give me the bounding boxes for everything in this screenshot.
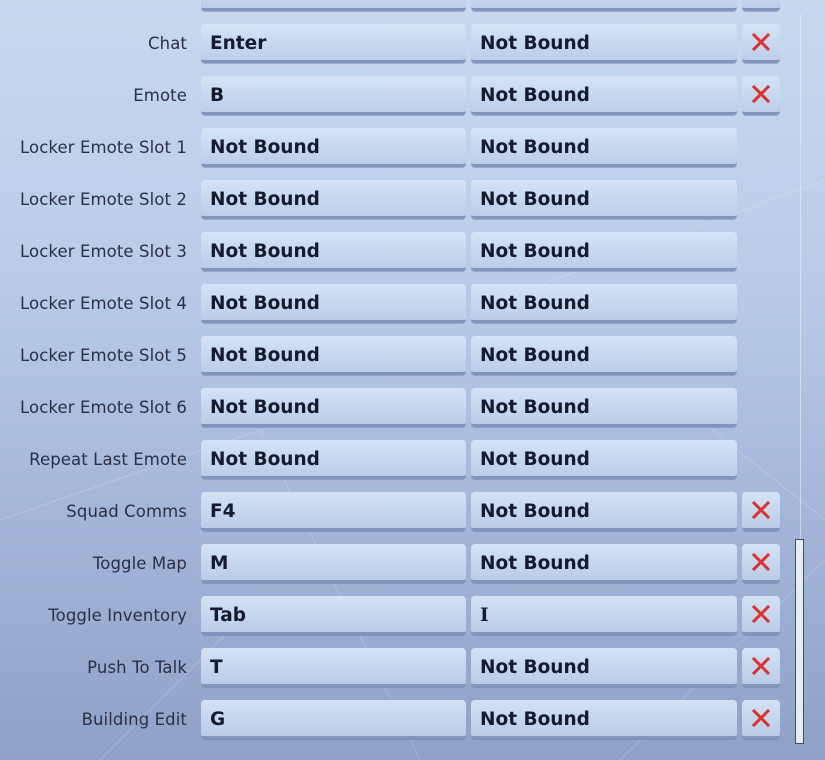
action-label: Building Edit (81, 710, 187, 729)
secondary-key-value: Not Bound (480, 293, 590, 314)
primary-key-button[interactable]: Tab (201, 596, 466, 635)
action-label: Locker Emote Slot 6 (20, 398, 187, 417)
binding-row: Locker Emote Slot 4 Not Bound Not Bound (0, 284, 790, 326)
primary-key-button[interactable]: B (201, 76, 466, 115)
primary-key-value: Not Bound (210, 293, 320, 314)
scrollbar-thumb[interactable] (795, 539, 804, 744)
clear-binding-button[interactable] (742, 544, 780, 583)
secondary-key-button[interactable]: Not Bound (471, 388, 737, 427)
binding-row (0, 0, 790, 14)
secondary-key-value: Not Bound (480, 449, 590, 470)
secondary-key-button[interactable]: Not Bound (471, 544, 737, 583)
secondary-key-button[interactable] (471, 0, 737, 11)
binding-row: Locker Emote Slot 3 Not Bound Not Bound (0, 232, 790, 274)
binding-row: Locker Emote Slot 2 Not Bound Not Bound (0, 180, 790, 222)
binding-row: Locker Emote Slot 5 Not Bound Not Bound (0, 336, 790, 378)
clear-binding-button[interactable] (742, 648, 780, 687)
primary-key-button[interactable]: Not Bound (201, 180, 466, 219)
binding-row: Building Edit G Not Bound (0, 700, 790, 742)
secondary-key-button[interactable]: Not Bound (471, 700, 737, 739)
primary-key-button[interactable]: M (201, 544, 466, 583)
primary-key-button[interactable]: F4 (201, 492, 466, 531)
secondary-key-button[interactable]: Not Bound (471, 336, 737, 375)
primary-key-button[interactable]: Not Bound (201, 284, 466, 323)
primary-key-value: Tab (210, 605, 246, 626)
secondary-key-button[interactable]: Not Bound (471, 180, 737, 219)
primary-key-value: Not Bound (210, 241, 320, 262)
secondary-key-value: Not Bound (480, 657, 590, 678)
clear-binding-button[interactable] (742, 24, 780, 63)
secondary-key-value: Not Bound (480, 709, 590, 730)
secondary-key-value: Not Bound (480, 397, 590, 418)
action-label: Locker Emote Slot 5 (20, 346, 187, 365)
action-label: Push To Talk (87, 658, 187, 677)
primary-key-button[interactable]: Not Bound (201, 232, 466, 271)
binding-row: Toggle Inventory Tab I (0, 596, 790, 638)
primary-key-value: T (210, 657, 223, 678)
primary-key-button[interactable]: Not Bound (201, 128, 466, 167)
primary-key-button[interactable]: Not Bound (201, 440, 466, 479)
action-label: Chat (148, 34, 187, 53)
action-label: Locker Emote Slot 1 (20, 138, 187, 157)
secondary-key-button[interactable]: Not Bound (471, 648, 737, 687)
secondary-key-button[interactable]: Not Bound (471, 128, 737, 167)
binding-row: Repeat Last Emote Not Bound Not Bound (0, 440, 790, 482)
action-label: Locker Emote Slot 3 (20, 242, 187, 261)
binding-row: Squad Comms F4 Not Bound (0, 492, 790, 534)
clear-binding-button[interactable] (742, 596, 780, 635)
primary-key-button[interactable]: Enter (201, 24, 466, 63)
secondary-key-value: Not Bound (480, 85, 590, 106)
action-label: Locker Emote Slot 4 (20, 294, 187, 313)
action-label: Toggle Map (92, 554, 187, 573)
action-label: Toggle Inventory (48, 606, 187, 625)
primary-key-button[interactable]: G (201, 700, 466, 739)
secondary-key-value: Not Bound (480, 553, 590, 574)
secondary-key-value: Not Bound (480, 137, 590, 158)
clear-binding-button[interactable] (742, 76, 780, 115)
primary-key-value: Enter (210, 33, 267, 54)
primary-key-value: G (210, 709, 226, 730)
action-label: Repeat Last Emote (29, 450, 187, 469)
action-label: Locker Emote Slot 2 (20, 190, 187, 209)
action-label: Emote (133, 86, 187, 105)
primary-key-value: Not Bound (210, 137, 320, 158)
primary-key-value: F4 (210, 501, 236, 522)
primary-key-button[interactable]: Not Bound (201, 388, 466, 427)
primary-key-value: Not Bound (210, 189, 320, 210)
primary-key-value: M (210, 553, 229, 574)
secondary-key-button[interactable]: Not Bound (471, 232, 737, 271)
clear-binding-button[interactable] (742, 700, 780, 739)
secondary-key-value: Not Bound (480, 241, 590, 262)
secondary-key-value: Not Bound (480, 345, 590, 366)
secondary-key-button[interactable]: Not Bound (471, 24, 737, 63)
binding-row: Locker Emote Slot 6 Not Bound Not Bound (0, 388, 790, 430)
secondary-key-button[interactable]: I (471, 596, 737, 635)
action-label: Squad Comms (66, 502, 187, 521)
secondary-key-button[interactable]: Not Bound (471, 492, 737, 531)
secondary-key-value: Not Bound (480, 501, 590, 522)
binding-row: Toggle Map M Not Bound (0, 544, 790, 586)
primary-key-value: Not Bound (210, 345, 320, 366)
primary-key-button[interactable]: Not Bound (201, 336, 466, 375)
binding-row: Emote B Not Bound (0, 76, 790, 118)
primary-key-value: B (210, 85, 225, 106)
secondary-key-button[interactable]: Not Bound (471, 284, 737, 323)
binding-row: Locker Emote Slot 1 Not Bound Not Bound (0, 128, 790, 170)
primary-key-value: Not Bound (210, 449, 320, 470)
primary-key-button[interactable]: T (201, 648, 466, 687)
secondary-key-value: Not Bound (480, 33, 590, 54)
clear-binding-button[interactable] (742, 0, 780, 11)
secondary-key-value: I (480, 605, 489, 626)
secondary-key-value: Not Bound (480, 189, 590, 210)
primary-key-button[interactable] (201, 0, 466, 11)
secondary-key-button[interactable]: Not Bound (471, 440, 737, 479)
binding-row: Push To Talk T Not Bound (0, 648, 790, 690)
secondary-key-button[interactable]: Not Bound (471, 76, 737, 115)
primary-key-value: Not Bound (210, 397, 320, 418)
binding-row: Chat Enter Not Bound (0, 24, 790, 66)
clear-binding-button[interactable] (742, 492, 780, 531)
